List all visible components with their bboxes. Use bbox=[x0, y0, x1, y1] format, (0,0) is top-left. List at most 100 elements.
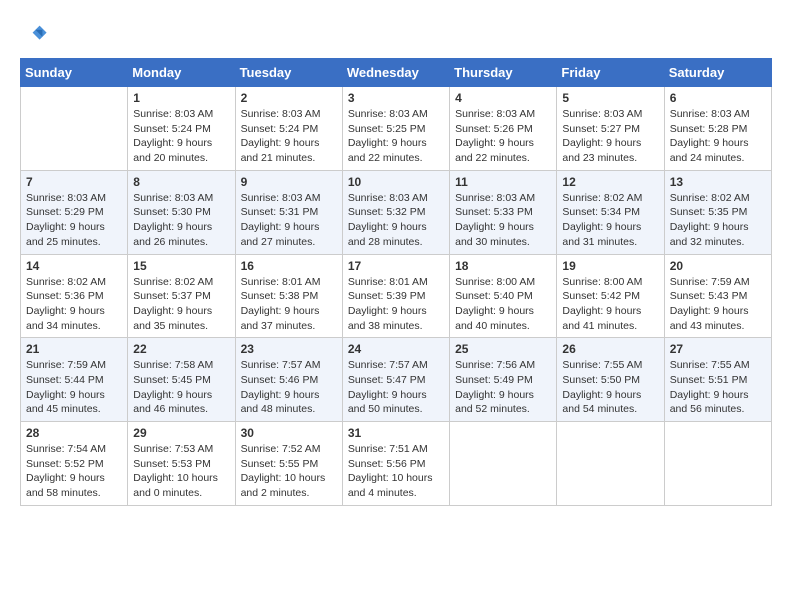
header-row: SundayMondayTuesdayWednesdayThursdayFrid… bbox=[21, 59, 772, 87]
day-info: Sunrise: 7:52 AMSunset: 5:55 PMDaylight:… bbox=[241, 442, 337, 501]
calendar-cell: 20 Sunrise: 7:59 AMSunset: 5:43 PMDayligh… bbox=[664, 254, 771, 338]
header-cell-wednesday: Wednesday bbox=[342, 59, 449, 87]
day-number: 15 bbox=[133, 259, 229, 273]
day-number: 1 bbox=[133, 91, 229, 105]
day-number: 12 bbox=[562, 175, 658, 189]
day-info: Sunrise: 8:03 AMSunset: 5:29 PMDaylight:… bbox=[26, 191, 122, 250]
calendar-cell: 18Sunrise: 8:00 AMSunset: 5:40 PMDayligh… bbox=[450, 254, 557, 338]
day-number: 6 bbox=[670, 91, 766, 105]
day-info: Sunrise: 8:03 AMSunset: 5:31 PMDaylight:… bbox=[241, 191, 337, 250]
header-cell-sunday: Sunday bbox=[21, 59, 128, 87]
calendar-week-2: 14 Sunrise: 8:02 AMSunset: 5:36 PMDayligh… bbox=[21, 254, 772, 338]
calendar-cell: 5 Sunrise: 8:03 AMSunset: 5:27 PMDaylight… bbox=[557, 87, 664, 171]
day-number: 20 bbox=[670, 259, 766, 273]
day-number: 10 bbox=[348, 175, 444, 189]
calendar-cell: 2 Sunrise: 8:03 AMSunset: 5:24 PMDaylight… bbox=[235, 87, 342, 171]
day-info: Sunrise: 7:57 AMSunset: 5:47 PMDaylight:… bbox=[348, 358, 444, 417]
day-info: Sunrise: 7:57 AMSunset: 5:46 PMDaylight:… bbox=[241, 358, 337, 417]
header-cell-saturday: Saturday bbox=[664, 59, 771, 87]
calendar-cell: 16 Sunrise: 8:01 AMSunset: 5:38 PMDayligh… bbox=[235, 254, 342, 338]
day-number: 2 bbox=[241, 91, 337, 105]
header-cell-tuesday: Tuesday bbox=[235, 59, 342, 87]
day-number: 27 bbox=[670, 342, 766, 356]
calendar-header: SundayMondayTuesdayWednesdayThursdayFrid… bbox=[21, 59, 772, 87]
calendar-cell: 14 Sunrise: 8:02 AMSunset: 5:36 PMDayligh… bbox=[21, 254, 128, 338]
day-info: Sunrise: 8:03 AMSunset: 5:32 PMDaylight:… bbox=[348, 191, 444, 250]
day-info: Sunrise: 8:03 AMSunset: 5:27 PMDaylight:… bbox=[562, 107, 658, 166]
day-info: Sunrise: 8:02 AMSunset: 5:36 PMDaylight:… bbox=[26, 275, 122, 334]
day-info: Sunrise: 8:02 AMSunset: 5:35 PMDaylight:… bbox=[670, 191, 766, 250]
day-info: Sunrise: 8:03 AMSunset: 5:33 PMDaylight:… bbox=[455, 191, 551, 250]
day-info: Sunrise: 7:59 AMSunset: 5:43 PMDaylight:… bbox=[670, 275, 766, 334]
day-info: Sunrise: 7:55 AMSunset: 5:50 PMDaylight:… bbox=[562, 358, 658, 417]
day-number: 14 bbox=[26, 259, 122, 273]
calendar-cell: 1 Sunrise: 8:03 AMSunset: 5:24 PMDaylight… bbox=[128, 87, 235, 171]
calendar-table: SundayMondayTuesdayWednesdayThursdayFrid… bbox=[20, 58, 772, 506]
day-info: Sunrise: 8:03 AMSunset: 5:26 PMDaylight:… bbox=[455, 107, 551, 166]
logo bbox=[20, 20, 52, 48]
calendar-cell: 26 Sunrise: 7:55 AMSunset: 5:50 PMDayligh… bbox=[557, 338, 664, 422]
calendar-cell: 31 Sunrise: 7:51 AMSunset: 5:56 PMDayligh… bbox=[342, 422, 449, 506]
day-info: Sunrise: 8:03 AMSunset: 5:24 PMDaylight:… bbox=[241, 107, 337, 166]
day-info: Sunrise: 8:01 AMSunset: 5:39 PMDaylight:… bbox=[348, 275, 444, 334]
calendar-cell: 12 Sunrise: 8:02 AMSunset: 5:34 PMDayligh… bbox=[557, 170, 664, 254]
header-cell-friday: Friday bbox=[557, 59, 664, 87]
day-number: 8 bbox=[133, 175, 229, 189]
header-cell-thursday: Thursday bbox=[450, 59, 557, 87]
calendar-week-3: 21Sunrise: 7:59 AMSunset: 5:44 PMDayligh… bbox=[21, 338, 772, 422]
calendar-cell: 27Sunrise: 7:55 AMSunset: 5:51 PMDayligh… bbox=[664, 338, 771, 422]
calendar-cell: 21Sunrise: 7:59 AMSunset: 5:44 PMDayligh… bbox=[21, 338, 128, 422]
calendar-week-4: 28Sunrise: 7:54 AMSunset: 5:52 PMDayligh… bbox=[21, 422, 772, 506]
calendar-cell: 3Sunrise: 8:03 AMSunset: 5:25 PMDaylight… bbox=[342, 87, 449, 171]
day-number: 29 bbox=[133, 426, 229, 440]
day-number: 25 bbox=[455, 342, 551, 356]
day-number: 11 bbox=[455, 175, 551, 189]
calendar-cell: 24 Sunrise: 7:57 AMSunset: 5:47 PMDayligh… bbox=[342, 338, 449, 422]
calendar-cell: 4 Sunrise: 8:03 AMSunset: 5:26 PMDaylight… bbox=[450, 87, 557, 171]
page-header bbox=[20, 20, 772, 48]
day-number: 18 bbox=[455, 259, 551, 273]
calendar-cell: 11 Sunrise: 8:03 AMSunset: 5:33 PMDayligh… bbox=[450, 170, 557, 254]
day-number: 26 bbox=[562, 342, 658, 356]
day-number: 31 bbox=[348, 426, 444, 440]
calendar-week-0: 1 Sunrise: 8:03 AMSunset: 5:24 PMDaylight… bbox=[21, 87, 772, 171]
day-number: 28 bbox=[26, 426, 122, 440]
day-info: Sunrise: 7:53 AMSunset: 5:53 PMDaylight:… bbox=[133, 442, 229, 501]
calendar-cell: 7 Sunrise: 8:03 AMSunset: 5:29 PMDaylight… bbox=[21, 170, 128, 254]
calendar-cell: 30 Sunrise: 7:52 AMSunset: 5:55 PMDayligh… bbox=[235, 422, 342, 506]
day-number: 9 bbox=[241, 175, 337, 189]
header-cell-monday: Monday bbox=[128, 59, 235, 87]
day-info: Sunrise: 8:01 AMSunset: 5:38 PMDaylight:… bbox=[241, 275, 337, 334]
day-number: 5 bbox=[562, 91, 658, 105]
day-number: 17 bbox=[348, 259, 444, 273]
calendar-cell: 22Sunrise: 7:58 AMSunset: 5:45 PMDayligh… bbox=[128, 338, 235, 422]
day-number: 16 bbox=[241, 259, 337, 273]
day-info: Sunrise: 7:51 AMSunset: 5:56 PMDaylight:… bbox=[348, 442, 444, 501]
day-info: Sunrise: 7:56 AMSunset: 5:49 PMDaylight:… bbox=[455, 358, 551, 417]
day-number: 13 bbox=[670, 175, 766, 189]
calendar-cell: 8Sunrise: 8:03 AMSunset: 5:30 PMDaylight… bbox=[128, 170, 235, 254]
calendar-cell: 29 Sunrise: 7:53 AMSunset: 5:53 PMDayligh… bbox=[128, 422, 235, 506]
day-info: Sunrise: 8:03 AMSunset: 5:25 PMDaylight:… bbox=[348, 107, 444, 166]
calendar-cell: 10 Sunrise: 8:03 AMSunset: 5:32 PMDayligh… bbox=[342, 170, 449, 254]
day-number: 22 bbox=[133, 342, 229, 356]
calendar-cell: 17 Sunrise: 8:01 AMSunset: 5:39 PMDayligh… bbox=[342, 254, 449, 338]
day-info: Sunrise: 8:03 AMSunset: 5:24 PMDaylight:… bbox=[133, 107, 229, 166]
day-number: 30 bbox=[241, 426, 337, 440]
day-info: Sunrise: 8:02 AMSunset: 5:34 PMDaylight:… bbox=[562, 191, 658, 250]
calendar-cell bbox=[664, 422, 771, 506]
calendar-cell: 28Sunrise: 7:54 AMSunset: 5:52 PMDayligh… bbox=[21, 422, 128, 506]
day-number: 21 bbox=[26, 342, 122, 356]
calendar-cell bbox=[450, 422, 557, 506]
day-number: 7 bbox=[26, 175, 122, 189]
day-info: Sunrise: 8:00 AMSunset: 5:42 PMDaylight:… bbox=[562, 275, 658, 334]
day-number: 24 bbox=[348, 342, 444, 356]
calendar-cell bbox=[557, 422, 664, 506]
day-number: 19 bbox=[562, 259, 658, 273]
logo-icon bbox=[20, 20, 48, 48]
calendar-cell: 6Sunrise: 8:03 AMSunset: 5:28 PMDaylight… bbox=[664, 87, 771, 171]
calendar-cell: 15 Sunrise: 8:02 AMSunset: 5:37 PMDayligh… bbox=[128, 254, 235, 338]
calendar-cell: 25 Sunrise: 7:56 AMSunset: 5:49 PMDayligh… bbox=[450, 338, 557, 422]
day-number: 4 bbox=[455, 91, 551, 105]
day-info: Sunrise: 8:02 AMSunset: 5:37 PMDaylight:… bbox=[133, 275, 229, 334]
